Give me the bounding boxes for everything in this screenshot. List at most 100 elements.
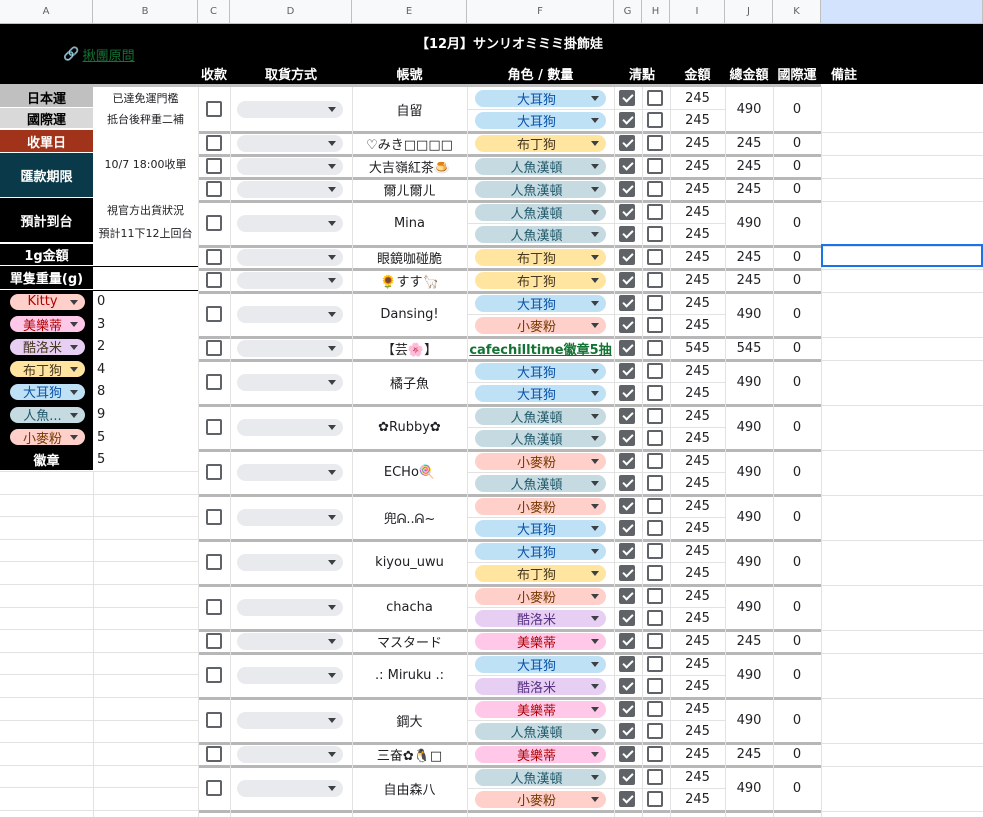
weight-role-chip[interactable]: 美樂蒂 [10, 316, 85, 333]
received-checkbox[interactable] [619, 701, 635, 717]
role-dropdown[interactable]: 小麥粉 [475, 587, 606, 605]
received-checkbox[interactable] [619, 498, 635, 514]
pickup-dropdown[interactable] [237, 598, 343, 616]
spreadsheet[interactable]: ABCDEFGHIJK 🔗 揪團原問 【12月】サンリオミミミ掛飾娃 收款 取貨… [0, 0, 983, 817]
role-dropdown[interactable]: 人魚漢頓 [475, 474, 606, 492]
paid-checkbox[interactable] [206, 181, 222, 198]
received-checkbox[interactable] [619, 746, 635, 762]
paid-checkbox[interactable] [206, 101, 222, 118]
paid-checkbox[interactable] [206, 554, 222, 571]
column-header[interactable]: J [725, 0, 773, 24]
column-header[interactable]: F [467, 0, 614, 24]
counted-checkbox[interactable] [647, 430, 663, 447]
received-checkbox[interactable] [619, 226, 635, 243]
paid-checkbox[interactable] [206, 780, 222, 797]
pickup-dropdown[interactable] [237, 134, 343, 152]
column-header[interactable]: K [773, 0, 821, 24]
column-header[interactable] [821, 0, 983, 24]
role-dropdown[interactable]: 酷洛米 [475, 677, 606, 695]
received-checkbox[interactable] [619, 204, 635, 220]
counted-checkbox[interactable] [647, 498, 663, 514]
role-dropdown[interactable]: 大耳狗 [475, 362, 606, 380]
pickup-dropdown[interactable] [237, 214, 343, 232]
role-dropdown[interactable]: 布丁狗 [475, 248, 606, 266]
received-checkbox[interactable] [619, 249, 635, 265]
received-checkbox[interactable] [619, 475, 635, 492]
counted-checkbox[interactable] [647, 317, 663, 334]
counted-checkbox[interactable] [647, 746, 663, 762]
counted-checkbox[interactable] [647, 363, 663, 379]
received-checkbox[interactable] [619, 363, 635, 379]
counted-checkbox[interactable] [647, 204, 663, 220]
weight-role-chip[interactable]: 布丁狗 [10, 361, 85, 378]
role-dropdown[interactable]: 布丁狗 [475, 134, 606, 152]
pickup-dropdown[interactable] [237, 711, 343, 729]
role-dropdown[interactable]: 大耳狗 [475, 89, 606, 107]
received-checkbox[interactable] [619, 317, 635, 334]
paid-checkbox[interactable] [206, 712, 222, 729]
role-dropdown[interactable]: 人魚漢頓 [475, 407, 606, 425]
paid-checkbox[interactable] [206, 464, 222, 481]
received-checkbox[interactable] [619, 633, 635, 649]
group-link-cell[interactable]: 🔗 揪團原問 [0, 24, 198, 84]
received-checkbox[interactable] [619, 408, 635, 424]
weight-role-chip[interactable]: 人魚... [10, 406, 85, 423]
item-link[interactable]: cafechilltime徽章5抽 [467, 337, 614, 359]
role-dropdown[interactable]: 大耳狗 [475, 111, 606, 129]
role-dropdown[interactable]: 大耳狗 [475, 542, 606, 560]
paid-checkbox[interactable] [206, 667, 222, 684]
counted-checkbox[interactable] [647, 295, 663, 311]
received-checkbox[interactable] [619, 588, 635, 604]
role-dropdown[interactable]: 小麥粉 [475, 452, 606, 470]
role-dropdown[interactable]: 大耳狗 [475, 294, 606, 312]
role-dropdown[interactable]: 美樂蒂 [475, 745, 606, 763]
received-checkbox[interactable] [619, 656, 635, 672]
role-dropdown[interactable]: 小麥粉 [475, 790, 606, 808]
role-dropdown[interactable]: 大耳狗 [475, 384, 606, 402]
counted-checkbox[interactable] [647, 226, 663, 243]
role-dropdown[interactable]: 人魚漢頓 [475, 225, 606, 243]
counted-checkbox[interactable] [647, 610, 663, 627]
role-dropdown[interactable]: 美樂蒂 [475, 632, 606, 650]
received-checkbox[interactable] [619, 340, 635, 356]
counted-checkbox[interactable] [647, 791, 663, 808]
pickup-dropdown[interactable] [237, 666, 343, 684]
pickup-dropdown[interactable] [237, 632, 343, 650]
paid-checkbox[interactable] [206, 249, 222, 266]
pickup-dropdown[interactable] [237, 157, 343, 175]
counted-checkbox[interactable] [647, 543, 663, 559]
received-checkbox[interactable] [619, 723, 635, 740]
paid-checkbox[interactable] [206, 509, 222, 526]
received-checkbox[interactable] [619, 272, 635, 288]
column-header[interactable]: G [614, 0, 642, 24]
received-checkbox[interactable] [619, 112, 635, 129]
counted-checkbox[interactable] [647, 520, 663, 537]
counted-checkbox[interactable] [647, 453, 663, 469]
pickup-dropdown[interactable] [237, 180, 343, 198]
received-checkbox[interactable] [619, 181, 635, 197]
counted-checkbox[interactable] [647, 112, 663, 129]
role-dropdown[interactable]: 人魚漢頓 [475, 768, 606, 786]
counted-checkbox[interactable] [647, 723, 663, 740]
pickup-dropdown[interactable] [237, 100, 343, 118]
pickup-dropdown[interactable] [237, 418, 343, 436]
paid-checkbox[interactable] [206, 599, 222, 616]
counted-checkbox[interactable] [647, 678, 663, 695]
role-dropdown[interactable]: 大耳狗 [475, 655, 606, 673]
column-header[interactable]: I [670, 0, 725, 24]
received-checkbox[interactable] [619, 90, 635, 106]
received-checkbox[interactable] [619, 430, 635, 447]
counted-checkbox[interactable] [647, 181, 663, 197]
received-checkbox[interactable] [619, 520, 635, 537]
paid-checkbox[interactable] [206, 340, 222, 357]
pickup-dropdown[interactable] [237, 305, 343, 323]
received-checkbox[interactable] [619, 158, 635, 174]
counted-checkbox[interactable] [647, 701, 663, 717]
paid-checkbox[interactable] [206, 272, 222, 289]
weight-role-chip[interactable]: 大耳狗 [10, 383, 85, 400]
pickup-dropdown[interactable] [237, 339, 343, 357]
counted-checkbox[interactable] [647, 475, 663, 492]
role-dropdown[interactable]: 酷洛米 [475, 609, 606, 627]
counted-checkbox[interactable] [647, 385, 663, 402]
paid-checkbox[interactable] [206, 633, 222, 650]
